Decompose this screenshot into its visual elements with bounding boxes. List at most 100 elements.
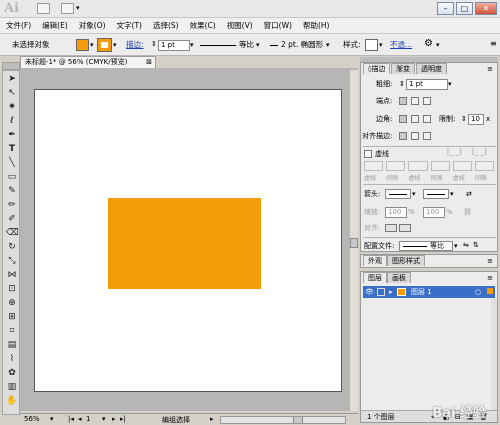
- last-artboard-icon[interactable]: ▸|: [120, 415, 126, 423]
- dash-field[interactable]: [364, 161, 384, 171]
- chevron-down-icon[interactable]: ▾: [454, 241, 458, 251]
- hand-tool-icon[interactable]: ✋: [6, 396, 18, 406]
- artboard-number[interactable]: 1: [86, 415, 90, 423]
- menu-type[interactable]: 文字(T): [117, 20, 142, 31]
- pencil-icon[interactable]: ✏: [6, 200, 18, 210]
- align-center-button[interactable]: [399, 132, 407, 140]
- variable-width-profile[interactable]: 等比: [239, 39, 254, 51]
- chevron-down-icon[interactable]: ▾: [190, 41, 194, 49]
- zoom-level[interactable]: 56%: [24, 415, 40, 423]
- menu-file[interactable]: 文件(F): [6, 20, 31, 31]
- first-artboard-icon[interactable]: |◂: [68, 415, 74, 423]
- weight-field[interactable]: 1 pt: [406, 79, 448, 90]
- limit-field[interactable]: 10: [468, 114, 484, 125]
- graphic-style-swatch[interactable]: [365, 39, 378, 51]
- eyedropper-icon[interactable]: ⌇: [6, 354, 18, 364]
- previous-artboard-icon[interactable]: ◂: [78, 415, 82, 423]
- layer-row[interactable]: 👁 ▸ 图层 1 ○: [363, 286, 495, 298]
- end-arrowhead-select[interactable]: [423, 189, 449, 199]
- chevron-down-icon[interactable]: ▾: [412, 189, 416, 199]
- collapse-panels-icon[interactable]: [491, 62, 498, 76]
- preserve-dash-icon[interactable]: [_ _]: [447, 147, 462, 157]
- menu-object[interactable]: 对象(O): [79, 20, 106, 31]
- tab-artboards[interactable]: 画板: [387, 272, 411, 283]
- direct-selection-tool-icon[interactable]: ↖: [6, 88, 18, 98]
- next-artboard-icon[interactable]: ▸: [112, 415, 116, 423]
- brush-definition[interactable]: 2 pt. 椭圆形: [281, 39, 323, 51]
- gap-field[interactable]: [430, 161, 450, 171]
- round-join-button[interactable]: [411, 115, 419, 123]
- stepper-icon[interactable]: ⇕: [399, 79, 405, 89]
- opacity-link[interactable]: 不透...: [390, 39, 412, 51]
- stroke-swatch[interactable]: [97, 38, 112, 52]
- toolbox-grip[interactable]: [2, 62, 20, 70]
- chevron-down-icon[interactable]: ▾: [450, 189, 454, 199]
- document-tab[interactable]: 未标题-1* @ 56% (CMYK/预览) ⊠: [20, 56, 156, 68]
- chevron-down-icon[interactable]: ▾: [113, 41, 117, 49]
- stroke-panel-link[interactable]: 描边:: [126, 39, 144, 51]
- chevron-down-icon[interactable]: ▾: [379, 41, 383, 49]
- link-scale-icon[interactable]: ⛓: [463, 207, 472, 217]
- chevron-down-icon[interactable]: ▾: [76, 4, 80, 12]
- symbol-sprayer-icon[interactable]: ✿: [6, 368, 18, 378]
- column-graph-icon[interactable]: ▥: [6, 382, 18, 392]
- dash-field[interactable]: [408, 161, 428, 171]
- vertical-scrollbar[interactable]: [350, 70, 358, 411]
- flip-along-icon[interactable]: ⇅: [473, 240, 479, 250]
- menu-view[interactable]: 视图(V): [227, 20, 253, 31]
- butt-cap-button[interactable]: [399, 97, 407, 105]
- gap-field[interactable]: [386, 161, 406, 171]
- tab-transparency[interactable]: 透明度: [416, 63, 447, 74]
- rectangle-tool-icon[interactable]: ▭: [6, 172, 18, 182]
- menu-effect[interactable]: 效果(C): [190, 20, 216, 31]
- bevel-join-button[interactable]: [423, 115, 431, 123]
- flip-across-icon[interactable]: ⇋: [463, 240, 469, 250]
- chevron-down-icon[interactable]: ▾: [436, 41, 440, 49]
- scale-tool-icon[interactable]: ⤡: [6, 256, 18, 266]
- artboard[interactable]: [34, 89, 342, 392]
- canvas-area[interactable]: [20, 68, 358, 411]
- gradient-tool-icon[interactable]: ▤: [6, 340, 18, 350]
- eraser-icon[interactable]: ⌫: [6, 228, 19, 238]
- tab-graphic-styles[interactable]: 图形样式: [387, 255, 425, 266]
- horizontal-scrollbar[interactable]: [220, 416, 346, 424]
- stepper-icon[interactable]: ⇕: [461, 114, 467, 124]
- menu-window[interactable]: 窗口(W): [264, 20, 292, 31]
- start-arrowhead-select[interactable]: [385, 189, 411, 199]
- shape-builder-icon[interactable]: ⊕: [6, 298, 18, 308]
- document-setup-icon[interactable]: ⚙: [424, 38, 433, 49]
- place-arrow-button[interactable]: [399, 224, 411, 232]
- profile-select[interactable]: 等比: [399, 241, 453, 251]
- tab-stroke[interactable]: ◊描边: [363, 63, 391, 74]
- tab-gradient[interactable]: 渐变: [391, 63, 415, 74]
- pen-tool-icon[interactable]: ✒: [6, 130, 18, 140]
- mesh-tool-icon[interactable]: ⌗: [6, 326, 18, 336]
- magic-wand-icon[interactable]: ✷: [6, 102, 18, 112]
- menu-help[interactable]: 帮助(H): [303, 20, 330, 31]
- menu-select[interactable]: 选择(S): [153, 20, 179, 31]
- minimize-button[interactable]: –: [437, 2, 454, 15]
- maximize-button[interactable]: □: [456, 2, 473, 15]
- chevron-down-icon[interactable]: ▾: [256, 41, 260, 49]
- target-icon[interactable]: ○: [475, 286, 481, 298]
- panel-menu-icon[interactable]: ≡: [490, 39, 497, 48]
- stepper-icon[interactable]: ⇕: [151, 40, 157, 48]
- layers-scrollbar[interactable]: [491, 298, 497, 410]
- close-button[interactable]: ✕: [475, 2, 497, 15]
- start-scale-field[interactable]: 100: [385, 207, 407, 218]
- layer-name[interactable]: 图层 1: [411, 286, 432, 298]
- blob-brush-icon[interactable]: ✐: [6, 214, 18, 224]
- dash-field[interactable]: [452, 161, 472, 171]
- swap-arrowheads-icon[interactable]: ⇄: [466, 189, 472, 199]
- arrange-documents-icon[interactable]: [61, 3, 74, 14]
- lock-toggle[interactable]: [377, 288, 385, 296]
- align-outside-button[interactable]: [423, 132, 431, 140]
- extend-arrow-button[interactable]: [385, 224, 397, 232]
- chevron-down-icon[interactable]: ▾: [102, 415, 106, 423]
- dashed-line-checkbox[interactable]: [364, 150, 372, 158]
- free-transform-icon[interactable]: ⊡: [6, 284, 18, 294]
- eye-icon[interactable]: 👁: [365, 286, 374, 298]
- lasso-icon[interactable]: ℓ: [6, 116, 18, 126]
- align-inside-button[interactable]: [411, 132, 419, 140]
- bridge-icon[interactable]: [37, 3, 50, 14]
